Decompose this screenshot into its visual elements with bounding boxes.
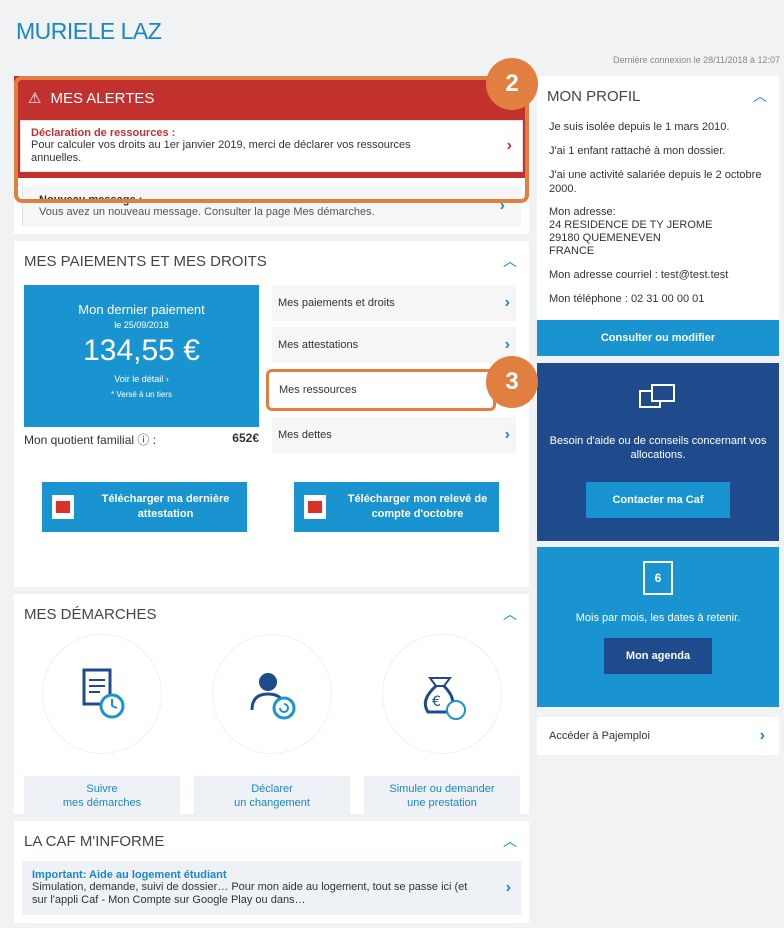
demarche-simuler[interactable]: € Simuler ou demander une prestation: [364, 634, 520, 816]
info-header[interactable]: LA CAF M'INFORME ︿: [14, 821, 529, 861]
chevron-right-icon: ›: [505, 879, 511, 896]
quotient-value: 652€: [232, 431, 259, 445]
last-payment-tile: Mon dernier paiement le 25/09/2018 134,5…: [24, 285, 259, 427]
alert-title: Déclaration de ressources :: [31, 127, 176, 139]
chevron-right-icon: ›: [504, 294, 510, 311]
info-item[interactable]: Important: Aide au logement étudiant Sim…: [22, 861, 521, 915]
last-payment-title: Mon dernier paiement: [78, 302, 205, 317]
right-column: MON PROFIL ︿ Je suis isolée depuis le 1 …: [537, 76, 779, 755]
email: Mon adresse courriel : test@test.test: [549, 269, 729, 281]
demarche-suivre[interactable]: Suivre mes démarches: [24, 634, 180, 816]
last-payment-amount: 134,55 €: [83, 334, 200, 367]
pdf-icon: [304, 495, 326, 519]
message-text: Vous avez un nouveau message. Consulter …: [39, 206, 375, 218]
chevron-right-icon: ›: [504, 426, 510, 443]
calendar-icon: 6: [643, 561, 673, 595]
info-icon[interactable]: ⓘ: [137, 433, 149, 447]
payments-title: MES PAIEMENTS ET MES DROITS: [24, 252, 267, 270]
download-releve-button[interactable]: Télécharger mon relevé de compte d'octob…: [294, 482, 499, 532]
payments-body: Mon dernier paiement le 25/09/2018 134,5…: [14, 281, 538, 587]
demarches-body: Suivre mes démarches Déclarer un changemen…: [14, 634, 529, 816]
step-badge-3: 3: [486, 356, 538, 408]
alerts-title: MES ALERTES: [50, 89, 155, 107]
demarches-header[interactable]: MES DÉMARCHES ︿: [14, 594, 529, 634]
message-title: Nouveau message :: [39, 194, 143, 206]
download-attestation-button[interactable]: Télécharger ma dernière attestation: [42, 482, 247, 532]
link-ressources[interactable]: Mes ressources: [266, 369, 496, 411]
address: Mon adresse: 24 RESIDENCE DE TY JEROME 2…: [549, 206, 713, 257]
phone: Mon téléphone : 02 31 00 00 01: [549, 293, 705, 305]
payments-header[interactable]: MES PAIEMENTS ET MES DROITS ︿: [14, 241, 529, 281]
pajemploi-link[interactable]: Accéder à Pajemploi ›: [537, 717, 779, 755]
alerts-header: ⚠ MES ALERTES: [14, 76, 529, 120]
chat-icon: [549, 383, 767, 420]
link-attestations[interactable]: Mes attestations ›: [272, 327, 516, 363]
new-message-item[interactable]: Nouveau message : Vous avez un nouveau m…: [22, 186, 521, 226]
warning-icon: ⚠: [28, 90, 42, 107]
chevron-right-icon: ›: [504, 336, 510, 353]
chevron-up-icon[interactable]: ︿: [753, 86, 767, 106]
alerts-card: 2 ⚠ MES ALERTES Déclaration de ressource…: [14, 58, 538, 234]
profile-body: Je suis isolée depuis le 1 mars 2010. J'…: [537, 116, 779, 320]
chevron-right-icon: ›: [759, 727, 765, 744]
alert-declaration-ressources[interactable]: Déclaration de ressources : Pour calcule…: [20, 120, 523, 172]
edit-profile-button[interactable]: Consulter ou modifier: [537, 320, 779, 356]
page-title: MURIELE LAZ: [16, 18, 162, 44]
payments-links: Mes paiements et droits › Mes attestation…: [266, 285, 516, 459]
demarches-card: MES DÉMARCHES ︿ Suivre mes démarches Décl…: [14, 594, 529, 816]
money-bag-chat-icon: €: [382, 634, 502, 754]
info-card: LA CAF M'INFORME ︿ Important: Aide au lo…: [14, 821, 529, 923]
profile-header[interactable]: MON PROFIL ︿: [537, 76, 779, 116]
link-dettes[interactable]: Mes dettes ›: [272, 417, 516, 453]
agenda-text: Mois par mois, les dates à retenir.: [575, 612, 741, 624]
payments-card: MES PAIEMENTS ET MES DROITS ︿ Mon dernie…: [14, 241, 538, 587]
svg-text:€: €: [432, 694, 441, 710]
pdf-icon: [52, 495, 74, 519]
agenda-button[interactable]: Mon agenda: [603, 638, 713, 674]
help-text: Besoin d'aide ou de conseils concernant …: [549, 435, 767, 461]
chevron-right-icon: ›: [165, 374, 169, 384]
quotient-familial: Mon quotient familial ⓘ : 652€: [24, 431, 259, 447]
help-box: Besoin d'aide ou de conseils concernant …: [537, 363, 779, 541]
left-column: 2 ⚠ MES ALERTES Déclaration de ressource…: [14, 58, 538, 928]
chevron-right-icon: ›: [506, 137, 512, 154]
agenda-box: 6 Mois par mois, les dates à retenir. Mo…: [537, 547, 779, 707]
payment-detail-link[interactable]: Voir le détail ›: [24, 374, 259, 384]
alert-text: Pour calculer vos droits au 1er janvier …: [31, 139, 411, 164]
versed-note: * Versé à un tiers: [111, 390, 172, 399]
chevron-up-icon[interactable]: ︿: [503, 251, 517, 271]
info-title: LA CAF M'INFORME: [24, 832, 165, 850]
demarches-title: MES DÉMARCHES: [24, 605, 157, 623]
last-payment-date: le 25/09/2018: [114, 320, 169, 330]
user-refresh-icon: [212, 634, 332, 754]
last-login: Dernière connexion le 28/11/2018 à 12:07: [613, 55, 780, 65]
quotient-label: Mon quotient familial: [24, 433, 135, 447]
demarche-declarer[interactable]: Déclarer un changement: [194, 634, 350, 816]
alerts-body: Déclaration de ressources : Pour calcule…: [14, 120, 529, 178]
chevron-right-icon: ›: [499, 197, 505, 214]
chevron-up-icon[interactable]: ︿: [503, 604, 517, 624]
link-paiements-droits[interactable]: Mes paiements et droits ›: [272, 285, 516, 321]
document-clock-icon: [42, 634, 162, 754]
step-badge-2: 2: [486, 58, 538, 110]
profile-title: MON PROFIL: [547, 87, 641, 105]
contact-caf-button[interactable]: Contacter ma Caf: [586, 482, 730, 518]
profile-card: MON PROFIL ︿ Je suis isolée depuis le 1 …: [537, 76, 779, 356]
chevron-up-icon[interactable]: ︿: [503, 831, 517, 851]
